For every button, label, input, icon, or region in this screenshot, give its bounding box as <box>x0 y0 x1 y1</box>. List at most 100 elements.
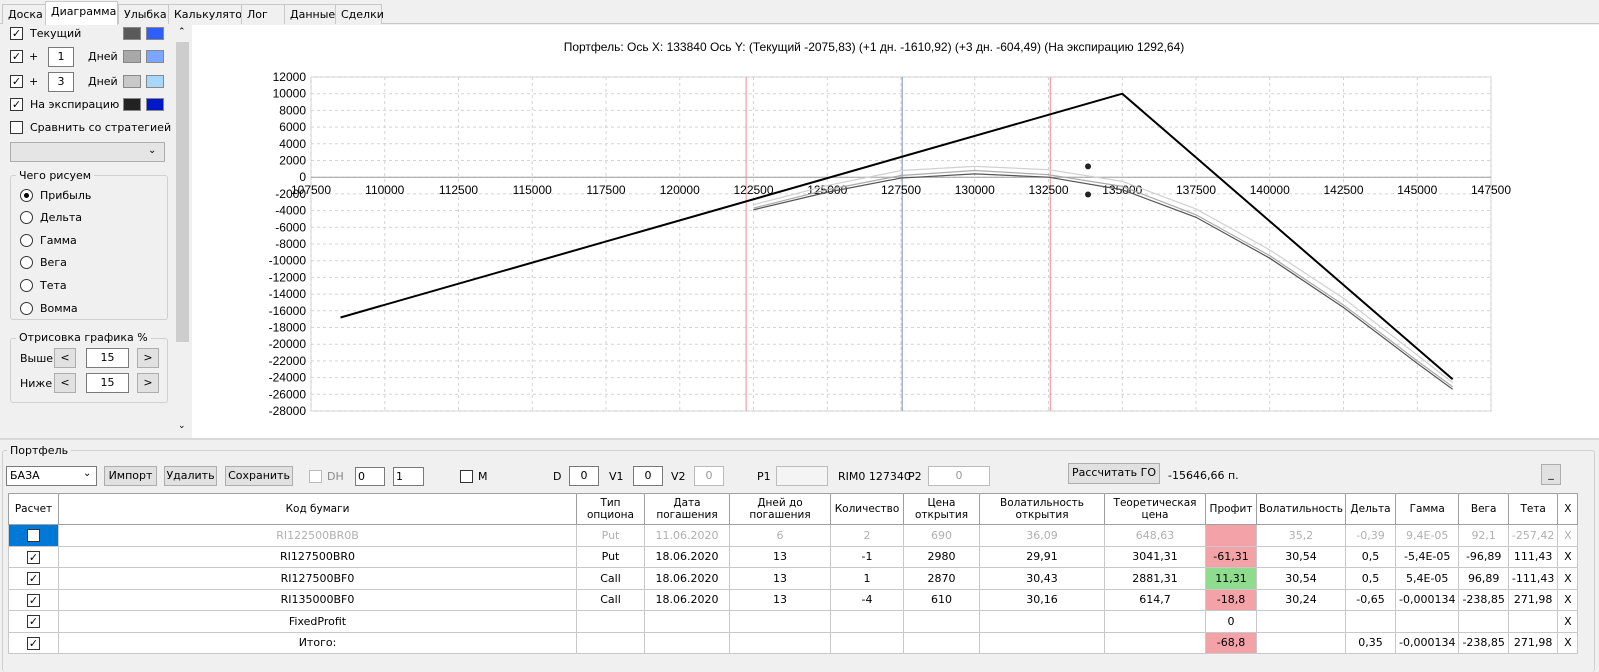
calc-go-button[interactable]: Рассчитать ГО <box>1068 463 1160 484</box>
above-increase-button[interactable]: > <box>137 348 159 368</box>
column-header[interactable]: Цена открытия <box>903 493 980 525</box>
radio-vomma[interactable] <box>20 302 33 315</box>
plus3-color-swatch-2[interactable] <box>146 75 164 88</box>
plus1-color-swatch[interactable] <box>123 50 141 63</box>
m-checkbox[interactable] <box>460 470 473 483</box>
below-decrease-button[interactable]: < <box>54 373 76 393</box>
column-header[interactable]: Дельта <box>1344 493 1396 525</box>
column-header[interactable]: Волатильность <box>1256 493 1346 525</box>
calc-checkbox[interactable] <box>27 572 40 585</box>
minimize-button[interactable]: _ <box>1541 464 1561 485</box>
tab-smile[interactable]: Улыбка <box>118 4 169 24</box>
column-header[interactable]: Профит <box>1205 493 1257 525</box>
below-increase-button[interactable]: > <box>137 373 159 393</box>
remove-row-button[interactable]: X <box>1557 524 1579 547</box>
p2-input[interactable]: 0 <box>928 466 990 486</box>
remove-row-button[interactable]: X <box>1557 567 1579 590</box>
tab-deals[interactable]: Сделки <box>335 4 384 24</box>
portfolio-combo[interactable]: БАЗА ⌄ <box>6 466 97 486</box>
calc-checkbox[interactable] <box>27 615 40 628</box>
above-input[interactable]: 15 <box>86 348 129 368</box>
delete-button[interactable]: Удалить <box>164 466 217 486</box>
current-color-swatch-2[interactable] <box>146 27 164 40</box>
tab-data[interactable]: Данные <box>284 4 336 24</box>
v1-input[interactable]: 0 <box>633 466 663 486</box>
payoff-chart[interactable]: Портфель: Ось X: 133840 Ось Y: (Текущий … <box>192 25 1599 438</box>
table-row[interactable]: RI127500BF0Call18.06.2020131287030,43288… <box>8 567 1579 590</box>
radio-vega[interactable] <box>20 256 33 269</box>
save-button[interactable]: Сохранить <box>225 466 293 486</box>
d-input[interactable]: 0 <box>569 466 599 486</box>
plus1-checkbox[interactable] <box>10 50 23 63</box>
column-header[interactable]: Расчет <box>8 493 59 525</box>
days1-input[interactable]: 1 <box>48 47 74 67</box>
plus1-color-swatch-2[interactable] <box>146 50 164 63</box>
column-header[interactable]: Количество <box>830 493 904 525</box>
column-header[interactable]: Дата погашения <box>644 493 730 525</box>
remove-row-button[interactable]: X <box>1557 610 1579 633</box>
scroll-up-icon[interactable]: ⌃ <box>178 27 186 37</box>
import-button[interactable]: Импорт <box>104 466 157 486</box>
radio-theta[interactable] <box>20 279 33 292</box>
column-header[interactable]: Тип опциона <box>576 493 645 525</box>
column-header[interactable]: Гамма <box>1394 493 1460 525</box>
radio-gamma[interactable] <box>20 234 33 247</box>
calc-checkbox[interactable] <box>27 593 40 607</box>
calc-cell[interactable] <box>8 610 59 633</box>
plus3-checkbox[interactable] <box>10 75 23 88</box>
dh-spin1[interactable]: 0 <box>355 467 385 486</box>
calc-cell[interactable] <box>8 588 59 611</box>
remove-row-button[interactable]: X <box>1557 588 1579 611</box>
table-row[interactable]: RI127500BR0Put18.06.202013-1298029,91304… <box>8 545 1579 568</box>
dh-checkbox[interactable] <box>309 470 322 483</box>
tab-calculator[interactable]: Калькулятор <box>168 4 249 24</box>
table-cell: -238,85 <box>1458 631 1509 654</box>
strategy-select[interactable]: ⌄ <box>10 142 165 162</box>
tab-log[interactable]: Лог <box>241 4 285 24</box>
table-row[interactable]: RI135000BF0Call18.06.202013-461030,16614… <box>8 588 1579 611</box>
remove-row-button[interactable]: X <box>1557 545 1579 568</box>
calc-cell[interactable] <box>8 545 59 568</box>
table-row[interactable]: Итого: -68,8 0,35-0,000134-238,85271,98X <box>8 631 1579 654</box>
p1-input[interactable] <box>776 466 828 486</box>
column-header[interactable]: Теоретическая цена <box>1104 493 1206 525</box>
table-row[interactable]: RI122500BR0B Put 11.06.2020 6 2 690 36,09 648,6… <box>8 524 1579 547</box>
table-row[interactable]: FixedProfit 0 X <box>8 610 1579 633</box>
remove-row-button[interactable]: X <box>1557 631 1579 654</box>
column-header[interactable]: X <box>1557 493 1579 525</box>
calc-checkbox[interactable] <box>27 550 40 564</box>
column-header[interactable]: Волатильность открытия <box>979 493 1105 525</box>
radio-delta[interactable] <box>20 211 33 224</box>
radio-profit[interactable] <box>20 189 33 202</box>
above-decrease-button[interactable]: < <box>54 348 76 368</box>
column-header[interactable]: Код бумаги <box>58 493 577 525</box>
radio-gamma-label: Гамма <box>40 234 77 247</box>
scroll-down-icon[interactable]: ⌄ <box>178 421 186 431</box>
calc-cell[interactable] <box>8 567 59 590</box>
chevron-down-icon: ⌄ <box>83 468 92 479</box>
calc-cell[interactable] <box>8 524 59 547</box>
tab-diagram[interactable]: Диаграмма <box>45 1 118 25</box>
tab-board[interactable]: Доска <box>2 4 46 24</box>
radio-delta-label: Дельта <box>40 211 83 224</box>
calc-checkbox[interactable] <box>27 529 40 542</box>
column-header[interactable]: Вега <box>1458 493 1509 525</box>
expiry-checkbox[interactable] <box>10 98 23 111</box>
splitter[interactable] <box>0 438 1599 440</box>
current-color-swatch[interactable] <box>123 27 141 40</box>
days2-input[interactable]: 3 <box>48 72 74 92</box>
scroll-thumb[interactable] <box>176 42 189 342</box>
calc-checkbox[interactable] <box>27 636 40 650</box>
column-header[interactable]: Дней до погашения <box>729 493 831 525</box>
dh-spin2[interactable]: 1 <box>393 467 424 486</box>
expiry-color-swatch-2[interactable] <box>146 98 164 111</box>
below-input[interactable]: 15 <box>86 373 129 393</box>
compare-checkbox[interactable] <box>10 121 23 134</box>
calc-cell[interactable] <box>8 631 59 654</box>
expiry-color-swatch[interactable] <box>123 98 141 111</box>
current-checkbox[interactable] <box>10 27 23 40</box>
v2-input[interactable]: 0 <box>694 466 724 486</box>
column-header[interactable]: Тета <box>1507 493 1559 525</box>
left-scrollbar[interactable]: ⌃ ⌄ <box>175 25 190 438</box>
plus3-color-swatch[interactable] <box>123 75 141 88</box>
